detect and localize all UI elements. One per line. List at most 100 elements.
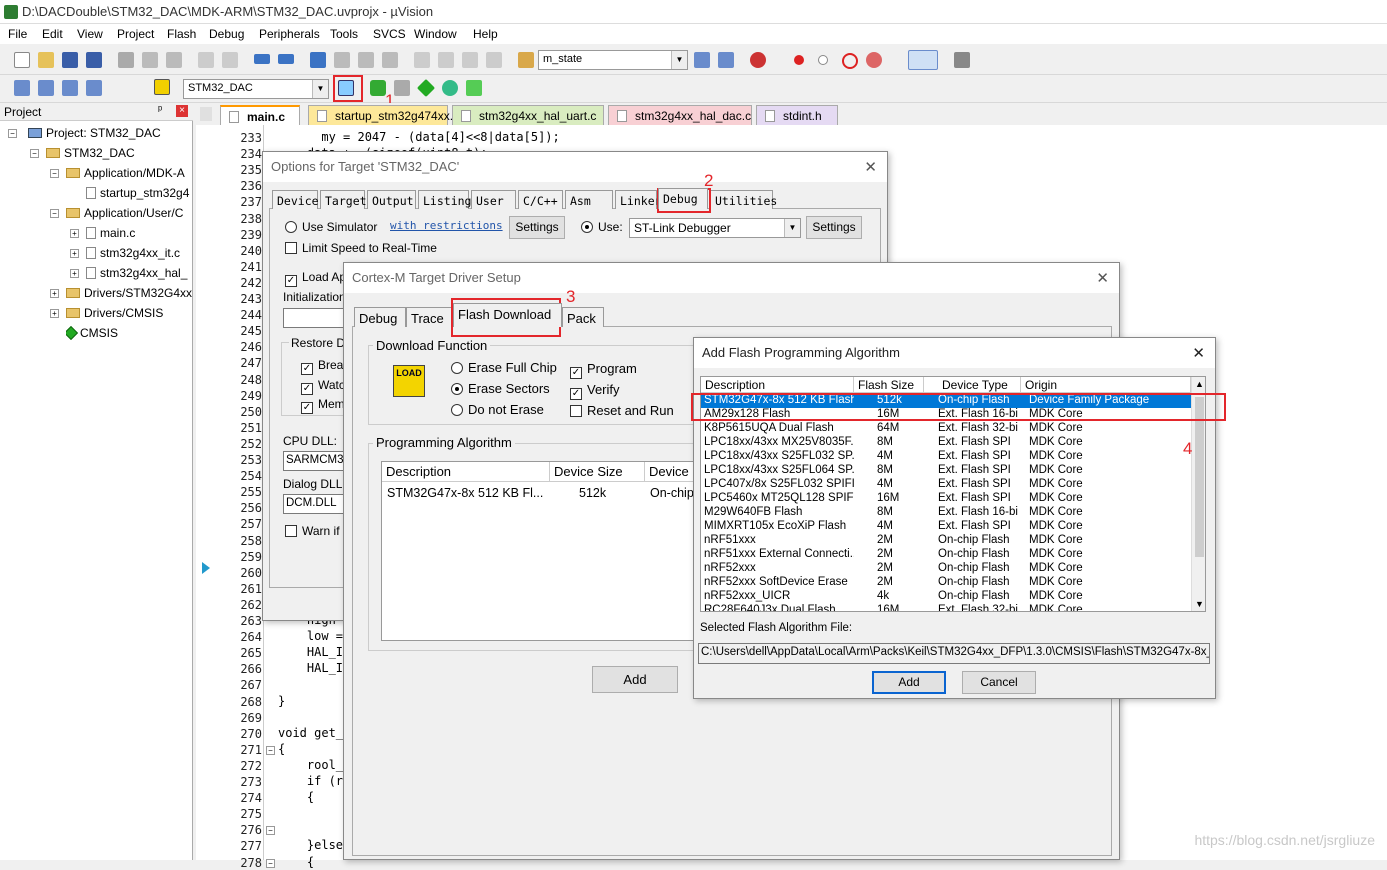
batch-build-icon[interactable]: [86, 80, 102, 96]
cancel-button[interactable]: Cancel: [962, 671, 1036, 694]
tree-item[interactable]: startup_stm32g4: [86, 186, 193, 200]
flash-algorithm-row[interactable]: LPC18xx/43xx S25FL064 SP... 8M Ext. Flash …: [701, 464, 1191, 478]
col-flash-size[interactable]: Flash Size: [854, 377, 924, 393]
scroll-up-icon[interactable]: ▲: [1195, 379, 1204, 389]
close-icon[interactable]: ×: [176, 105, 188, 117]
tree-item[interactable]: STM32_DAC: [46, 146, 193, 160]
flash-algorithm-row[interactable]: LPC5460x MT25QL128 SPIFI 16M Ext. Flash SP…: [701, 492, 1191, 506]
copy-icon[interactable]: [142, 52, 158, 68]
select-packs-icon[interactable]: [394, 80, 410, 96]
chevron-down-icon[interactable]: ▼: [784, 219, 800, 237]
file-tab-stm32g4xx_hal_dac-c[interactable]: stm32g4xx_hal_dac.c: [608, 105, 752, 126]
options-tab-device[interactable]: Device: [272, 190, 319, 209]
menu-debug[interactable]: Debug: [209, 27, 244, 41]
flash-algorithm-row[interactable]: K8P5615UQA Dual Flash 64M Ext. Flash 32-bi…: [701, 422, 1191, 436]
use-simulator-radio[interactable]: Use Simulator: [285, 220, 377, 234]
programming-algorithm-table[interactable]: Description Device Size Device STM32G47x…: [381, 461, 701, 641]
close-icon[interactable]: ✕: [864, 158, 877, 176]
flash-algorithm-row[interactable]: M29W640FB Flash 8M Ext. Flash 16-bit MDK Co…: [701, 506, 1191, 520]
erase-sectors-radio[interactable]: Erase Sectors: [451, 381, 550, 396]
flash-algorithm-row[interactable]: MIMXRT105x EcoXiP Flash 4M Ext. Flash SPI M…: [701, 520, 1191, 534]
bookmark-icon[interactable]: [310, 52, 326, 68]
scroll-down-icon[interactable]: ▼: [1195, 599, 1204, 609]
menu-window[interactable]: Window: [414, 27, 457, 41]
options-tab-output[interactable]: Output: [367, 190, 416, 209]
tree-item[interactable]: Application/User/C: [66, 206, 193, 220]
program-checkbox[interactable]: ✓ Program: [570, 361, 637, 379]
breakpoint-kill-all-icon[interactable]: [866, 52, 882, 68]
flash-algorithm-row[interactable]: LPC407x/8x S25FL032 SPIFI 4M Ext. Flash SP…: [701, 478, 1191, 492]
redo-icon[interactable]: [222, 52, 238, 68]
cortex-tab-debug[interactable]: Debug: [354, 307, 406, 327]
rebuild-icon[interactable]: [62, 80, 78, 96]
options-tab-listing[interactable]: Listing: [418, 190, 471, 209]
close-icon[interactable]: ✕: [1192, 344, 1205, 362]
find-icon[interactable]: [694, 52, 710, 68]
menu-file[interactable]: File: [8, 27, 27, 41]
options-tab-debug[interactable]: Debug: [658, 188, 708, 209]
incremental-find-icon[interactable]: [718, 52, 734, 68]
unindent-icon[interactable]: [438, 52, 454, 68]
add-algorithm-button[interactable]: Add: [592, 666, 678, 693]
collapse-icon[interactable]: −: [30, 149, 39, 158]
indent-icon[interactable]: [414, 52, 430, 68]
paste-icon[interactable]: [166, 52, 182, 68]
col-device-size[interactable]: Device Size: [550, 462, 645, 482]
menu-peripherals[interactable]: Peripherals: [259, 27, 320, 41]
nav-forward-icon[interactable]: [278, 54, 294, 64]
menu-help[interactable]: Help: [473, 27, 498, 41]
build-icon[interactable]: [38, 80, 54, 96]
flash-algorithm-row[interactable]: LPC18xx/43xx S25FL032 SP... 4M Ext. Flash …: [701, 450, 1191, 464]
collapse-icon[interactable]: −: [50, 209, 59, 218]
component-icon[interactable]: [466, 80, 482, 96]
pin-icon[interactable]: ᵖ: [158, 104, 162, 116]
options-tab-utilities[interactable]: Utilities: [710, 190, 777, 209]
col-description[interactable]: Description: [382, 462, 550, 482]
tree-item[interactable]: Drivers/CMSIS: [66, 306, 193, 320]
with-restrictions-link[interactable]: with restrictions: [390, 219, 503, 232]
configure-icon[interactable]: [954, 52, 970, 68]
flash-algorithm-row[interactable]: nRF51xxx 2M On-chip Flash MDK Core: [701, 534, 1191, 548]
chevron-down-icon[interactable]: ▼: [312, 80, 328, 98]
download-load-icon[interactable]: [154, 79, 170, 95]
manage-run-time-icon[interactable]: [416, 78, 436, 98]
scroll-thumb[interactable]: [1195, 397, 1204, 557]
limit-speed-checkbox[interactable]: Limit Speed to Real-Time: [285, 241, 437, 255]
chevron-down-icon[interactable]: ▼: [671, 51, 687, 69]
options-tab-user[interactable]: User: [471, 190, 516, 209]
tree-item[interactable]: main.c: [86, 226, 193, 240]
col-description[interactable]: Description: [701, 377, 854, 393]
tree-item[interactable]: Drivers/STM32G4xx: [66, 286, 193, 300]
file-tab-main-c[interactable]: main.c: [220, 105, 300, 126]
menu-tools[interactable]: Tools: [330, 27, 358, 41]
expand-icon[interactable]: +: [70, 249, 79, 258]
bookmark-prev-icon[interactable]: [334, 52, 350, 68]
menu-project[interactable]: Project: [117, 27, 154, 41]
flash-algorithm-row[interactable]: nRF52xxx_UICR 4k On-chip Flash MDK Core: [701, 590, 1191, 604]
tree-item[interactable]: stm32g4xx_it.c: [86, 246, 193, 260]
cortex-tab-trace[interactable]: Trace: [406, 307, 453, 327]
options-tab-cc[interactable]: C/C++: [518, 190, 563, 209]
options-tab-asm[interactable]: Asm: [565, 190, 613, 209]
cortex-tab-pack[interactable]: Pack: [562, 307, 604, 327]
flash-algorithm-row[interactable]: nRF51xxx External Connecti... 2M On-chip F…: [701, 548, 1191, 562]
nav-back-icon[interactable]: [254, 54, 270, 64]
save-icon[interactable]: [62, 52, 78, 68]
manage-project-items-icon[interactable]: [370, 80, 386, 96]
bookmark-clear-icon[interactable]: [382, 52, 398, 68]
tree-item[interactable]: CMSIS: [66, 326, 193, 340]
find-in-files-icon[interactable]: [518, 52, 534, 68]
use-debugger-radio[interactable]: Use:: [581, 220, 623, 234]
options-tab-linker[interactable]: Linker: [615, 190, 662, 209]
breakpoint-disable-all-icon[interactable]: [842, 53, 858, 69]
fold-marker-icon[interactable]: −: [266, 745, 275, 755]
do-not-erase-radio[interactable]: Do not Erase: [451, 402, 544, 417]
file-tab-startup_stm32g474xx-s[interactable]: startup_stm32g474xx.s: [308, 105, 459, 126]
col-origin[interactable]: Origin: [1021, 377, 1191, 393]
menu-flash[interactable]: Flash: [167, 27, 196, 41]
file-tab-stdint-h[interactable]: stdint.h: [756, 105, 838, 126]
tree-item[interactable]: Project: STM32_DAC: [28, 126, 193, 140]
warn-checkbox[interactable]: Warn if o: [285, 524, 350, 538]
expand-icon[interactable]: +: [70, 229, 79, 238]
undo-icon[interactable]: [198, 52, 214, 68]
